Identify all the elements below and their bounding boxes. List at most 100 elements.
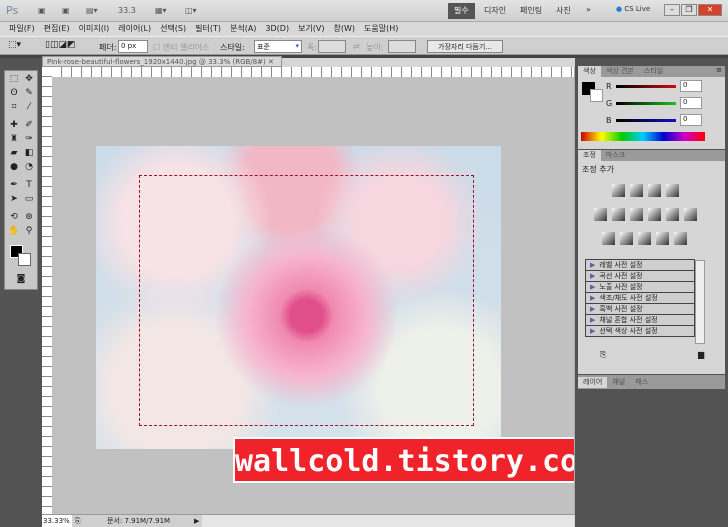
menu-analysis[interactable]: 분석(A) (230, 22, 256, 36)
path-select-icon[interactable]: ➤ (8, 193, 20, 205)
tab-color[interactable]: 색상 (578, 66, 601, 77)
background-swatch[interactable] (590, 89, 603, 102)
menu-filter[interactable]: 필터(T) (195, 22, 221, 36)
move-tool-icon[interactable]: ✥ (23, 73, 35, 85)
marquee-preset-icon[interactable]: ⬚▾ (8, 40, 21, 50)
minimize-button[interactable]: – (664, 4, 680, 16)
status-menu-arrow[interactable]: ▶ (194, 515, 199, 527)
close-button[interactable]: ✕ (698, 4, 722, 16)
history-brush-icon[interactable]: ✑ (23, 133, 35, 145)
menu-view[interactable]: 보기(V) (298, 22, 324, 36)
color-balance-icon[interactable] (630, 208, 643, 221)
brightness-icon[interactable] (612, 184, 625, 197)
selective-color-icon[interactable] (674, 232, 687, 245)
tab-channels[interactable]: 채널 (607, 377, 630, 388)
panel-menu-icon[interactable]: ≡ (716, 66, 722, 74)
close-tab-icon[interactable]: ✕ (268, 58, 274, 66)
height-input[interactable] (388, 40, 416, 53)
minibridge-icon[interactable]: ▣ (62, 6, 70, 15)
red-value[interactable]: 0 (680, 80, 702, 92)
gradient-map-icon[interactable] (656, 232, 669, 245)
photo-filter-icon[interactable] (666, 208, 679, 221)
tab-paths[interactable]: 패스 (630, 377, 653, 388)
eyedropper-icon[interactable]: ⁄ (23, 101, 35, 113)
pen-tool-icon[interactable]: ✒ (8, 179, 20, 191)
selection-mode-icons[interactable]: ▯◫◪◩ (45, 40, 75, 50)
arrange-documents-icon[interactable]: ▦▾ (155, 6, 167, 15)
quick-mask-icon[interactable]: ◙ (15, 273, 27, 285)
workspace-design[interactable]: 디자인 (478, 3, 512, 19)
menu-3d[interactable]: 3D(D) (265, 22, 289, 36)
3d-orbit-icon[interactable]: ⊛ (23, 211, 35, 223)
dodge-tool-icon[interactable]: ◔ (23, 161, 35, 173)
tab-adjustments[interactable]: 조정 (578, 150, 601, 161)
workspace-essentials[interactable]: 필수 (448, 3, 475, 19)
horizontal-scrollbar[interactable] (202, 515, 574, 527)
status-icon[interactable]: ⎘ (75, 515, 81, 527)
preset-scrollbar[interactable] (695, 260, 705, 344)
cs-live-button[interactable]: ● CS Live (610, 3, 656, 19)
type-tool-icon[interactable]: T (23, 179, 35, 191)
channel-mixer-icon[interactable] (684, 208, 697, 221)
menu-window[interactable]: 창(W) (334, 22, 356, 36)
threshold-icon[interactable] (638, 232, 651, 245)
vibrance-icon[interactable] (594, 208, 607, 221)
hand-tool-icon[interactable]: ✋ (8, 225, 20, 237)
curves-icon[interactable] (648, 184, 661, 197)
red-slider[interactable] (616, 85, 676, 88)
bridge-icon[interactable]: ▣ (38, 6, 46, 15)
menu-layer[interactable]: 레이어(L) (118, 22, 151, 36)
tab-masks[interactable]: 마스크 (601, 150, 630, 161)
workspace-photography[interactable]: 사진 (550, 3, 577, 19)
tab-swatches[interactable]: 색상 견본 (601, 66, 639, 77)
document-tab[interactable]: Pink-rose-beautiful-flowers_1920x1440.jp… (42, 56, 282, 67)
blue-slider[interactable] (616, 119, 676, 122)
menu-image[interactable]: 이미지(I) (79, 22, 110, 36)
color-spectrum[interactable] (581, 132, 705, 141)
style-select[interactable]: 표준 ▾ (254, 40, 302, 53)
trash-icon[interactable]: ▆ (698, 350, 704, 359)
posterize-icon[interactable] (620, 232, 633, 245)
menu-help[interactable]: 도움말(H) (364, 22, 398, 36)
view-extras-icon[interactable]: ▤▾ (86, 6, 98, 15)
zoom-tool-icon[interactable]: ⚲ (23, 225, 35, 237)
workspace-painting[interactable]: 페인팅 (514, 3, 548, 19)
exposure-icon[interactable] (666, 184, 679, 197)
restore-button[interactable]: ❐ (681, 4, 697, 16)
shape-tool-icon[interactable]: ▭ (23, 193, 35, 205)
more-workspaces[interactable]: » (580, 3, 597, 19)
eraser-icon[interactable]: ▰ (8, 147, 20, 159)
width-input[interactable] (318, 40, 346, 53)
background-color-swatch[interactable] (18, 253, 31, 266)
refine-edge-button[interactable]: 가장자리 다듬기... (427, 40, 503, 53)
green-value[interactable]: 0 (680, 97, 702, 109)
swap-icon[interactable]: ⇄ (353, 42, 360, 51)
crop-tool-icon[interactable]: ⌗ (8, 101, 20, 113)
blue-value[interactable]: 0 (680, 114, 702, 126)
brush-tool-icon[interactable]: ✐ (23, 119, 35, 131)
3d-rotate-icon[interactable]: ⟲ (8, 211, 20, 223)
preset-item[interactable]: ▶ 선택 색상 사전 설정 (585, 325, 695, 337)
menu-edit[interactable]: 편집(E) (44, 22, 70, 36)
zoom-field[interactable]: 33.33% (42, 515, 72, 527)
tab-layers[interactable]: 레이어 (578, 377, 608, 388)
feather-input[interactable]: 0 px (118, 40, 148, 53)
marquee-tool-icon[interactable]: ⬚ (8, 73, 20, 85)
healing-brush-icon[interactable]: ✚ (8, 119, 20, 131)
menu-file[interactable]: 파일(F) (9, 22, 35, 36)
gradient-tool-icon[interactable]: ◧ (23, 147, 35, 159)
green-slider[interactable] (616, 102, 676, 105)
levels-icon[interactable] (630, 184, 643, 197)
zoom-level-dropdown[interactable]: 33.3 (118, 6, 136, 15)
menu-select[interactable]: 선택(S) (160, 22, 186, 36)
clone-stamp-icon[interactable]: ♜ (8, 133, 20, 145)
invert-icon[interactable] (602, 232, 615, 245)
lasso-tool-icon[interactable]: ʘ (8, 87, 20, 99)
antialias-checkbox[interactable]: ☐ 앤티 앨리어스 (153, 42, 209, 53)
screen-mode-icon[interactable]: ◫▾ (185, 6, 197, 15)
hue-saturation-icon[interactable] (612, 208, 625, 221)
blur-tool-icon[interactable]: ● (8, 161, 20, 173)
quick-select-icon[interactable]: ✎ (23, 87, 35, 99)
clip-layer-icon[interactable]: ⎘ (600, 350, 606, 360)
tab-styles[interactable]: 스타일 (639, 66, 668, 77)
